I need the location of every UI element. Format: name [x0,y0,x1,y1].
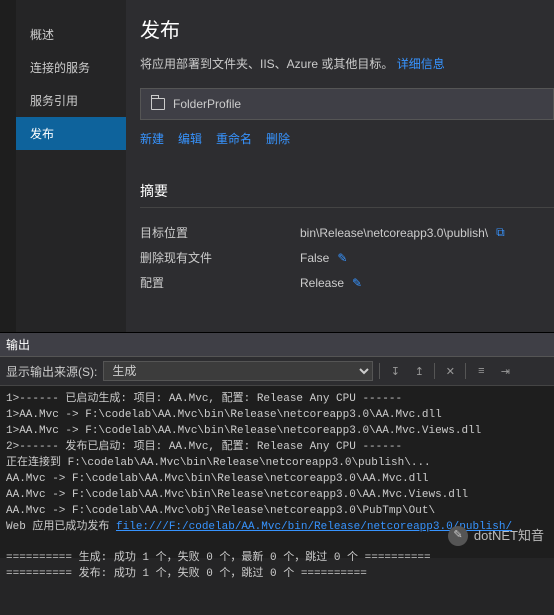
summary-label: 配置 [140,274,300,291]
details-link[interactable]: 详细信息 [397,57,445,71]
sidebar-item-publish[interactable]: 发布 [16,117,126,150]
output-toolbar: 显示输出来源(S): 生成 ↧ ↥ ✕ ≡ ⇥ [0,357,554,386]
output-publish-prefix: Web 应用已成功发布 [6,521,116,533]
summary-row-target: 目标位置 bin\Release\netcoreapp3.0\publish\ … [140,220,554,245]
action-new[interactable]: 新建 [140,130,164,147]
publish-main: 发布 将应用部署到文件夹、IIS、Azure 或其他目标。 详细信息 Folde… [126,0,554,332]
summary-value-delete: False [300,251,329,265]
summary-row-delete-existing: 删除现有文件 False ✎ [140,245,554,270]
output-source-label: 显示输出来源(S): [6,363,97,380]
clear-icon[interactable]: ✕ [441,362,459,380]
folder-icon [151,98,165,110]
subtitle: 将应用部署到文件夹、IIS、Azure 或其他目标。 详细信息 [140,55,554,72]
toolbar-separator [434,363,435,379]
output-line: 2>------ 发布已启动: 项目: AA.Mvc, 配置: Release … [6,441,402,453]
page-title: 发布 [140,14,554,43]
output-line: 1>AA.Mvc -> F:\codelab\AA.Mvc\bin\Releas… [6,409,442,421]
toolbar-btn-toggle[interactable]: ⇥ [496,362,514,380]
wechat-icon: ✎ [448,526,468,546]
toolbar-btn-2[interactable]: ↥ [410,362,428,380]
output-footer: ========== 发布: 成功 1 个，失败 0 个，跳过 0 个 ====… [6,568,367,580]
sidebar-item-connected-services[interactable]: 连接的服务 [16,51,126,84]
sidebar: 概述 连接的服务 服务引用 发布 [16,0,126,332]
summary-value-config: Release [300,276,344,290]
output-title: 输出 [0,333,554,357]
profile-actions: 新建 编辑 重命名 删除 [140,130,554,147]
output-panel: 输出 显示输出来源(S): 生成 ↧ ↥ ✕ ≡ ⇥ 1>------ 已启动生… [0,332,554,558]
output-content[interactable]: 1>------ 已启动生成: 项目: AA.Mvc, 配置: Release … [0,386,554,558]
left-gutter [0,0,16,332]
edit-icon[interactable]: ✎ [352,276,362,290]
summary-label: 删除现有文件 [140,249,300,266]
subtitle-text: 将应用部署到文件夹、IIS、Azure 或其他目标。 [140,57,393,71]
copy-icon[interactable]: ⧉ [496,225,505,240]
edit-icon[interactable]: ✎ [337,251,347,265]
action-edit[interactable]: 编辑 [178,130,202,147]
summary-label: 目标位置 [140,224,300,241]
watermark-text: dotNET知音 [474,527,544,546]
action-rename[interactable]: 重命名 [216,130,252,147]
summary-header: 摘要 [140,181,554,208]
sidebar-item-service-references[interactable]: 服务引用 [16,84,126,117]
summary-value-target: bin\Release\netcoreapp3.0\publish\ [300,226,488,240]
sidebar-item-overview[interactable]: 概述 [16,18,126,51]
profile-name: FolderProfile [173,97,241,111]
output-source-select[interactable]: 生成 [103,361,373,381]
summary-row-configuration: 配置 Release ✎ [140,270,554,295]
toolbar-separator [379,363,380,379]
output-line: AA.Mvc -> F:\codelab\AA.Mvc\bin\Release\… [6,489,468,501]
profile-selector[interactable]: FolderProfile [140,88,554,120]
output-footer: ========== 生成: 成功 1 个，失败 0 个，最新 0 个，跳过 0… [6,552,431,564]
output-line: AA.Mvc -> F:\codelab\AA.Mvc\bin\Release\… [6,473,428,485]
output-line: AA.Mvc -> F:\codelab\AA.Mvc\obj\Release\… [6,505,435,517]
toolbar-separator [465,363,466,379]
output-line: 1>AA.Mvc -> F:\codelab\AA.Mvc\bin\Releas… [6,425,481,437]
summary-table: 目标位置 bin\Release\netcoreapp3.0\publish\ … [140,220,554,295]
output-line: 正在连接到 F:\codelab\AA.Mvc\bin\Release\netc… [6,457,431,469]
toolbar-btn-wrap[interactable]: ≡ [472,362,490,380]
output-line: 1>------ 已启动生成: 项目: AA.Mvc, 配置: Release … [6,393,402,405]
watermark: ✎ dotNET知音 [448,526,544,546]
action-delete[interactable]: 删除 [266,130,290,147]
toolbar-btn-1[interactable]: ↧ [386,362,404,380]
